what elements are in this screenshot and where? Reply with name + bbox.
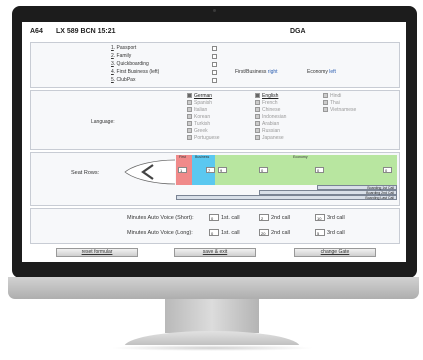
lang-thai[interactable]: Thai — [323, 100, 340, 106]
lang-checkbox[interactable] — [323, 93, 328, 99]
voice-short-label: Minutes Auto Voice (Short): — [127, 215, 194, 221]
lang-checkbox[interactable] — [187, 121, 192, 127]
clubpax-checkbox[interactable] — [212, 78, 217, 83]
option-clubpax: 5. ClubPax — [111, 77, 136, 83]
economy-class-zone — [215, 155, 397, 185]
lang-checkbox[interactable] — [187, 135, 192, 141]
language-panel: Language: German Spanish Italian Korean … — [30, 90, 400, 150]
lang-checkbox[interactable] — [187, 93, 192, 99]
options-panel: 1. Passport 2. Family 3. Quickboarding 4… — [30, 42, 400, 88]
first-business-side-link[interactable]: right — [268, 69, 278, 75]
economy-side: Economy left — [307, 69, 336, 75]
save-exit-button[interactable]: save & exit — [174, 248, 256, 257]
economy-row-input-4[interactable]: 0 — [383, 167, 392, 173]
economy-row-input-3[interactable]: 0 — [315, 167, 324, 173]
lang-english[interactable]: English — [255, 93, 278, 99]
lang-checkbox[interactable] — [187, 114, 192, 120]
lang-checkbox[interactable] — [187, 100, 192, 106]
monitor-chin — [8, 277, 419, 299]
quickboarding-checkbox[interactable] — [212, 62, 217, 67]
lang-arabian[interactable]: Arabian — [255, 121, 279, 127]
short-third-call-label: 3rd call — [327, 215, 345, 221]
gate-code: A64 — [30, 28, 43, 35]
plane-nose-icon — [124, 159, 176, 185]
lang-korean[interactable]: Korean — [187, 114, 210, 120]
lang-indonesian[interactable]: Indonesian — [255, 114, 286, 120]
lang-hindi[interactable]: Hindi — [323, 93, 341, 99]
family-checkbox[interactable] — [212, 54, 217, 59]
lang-checkbox[interactable] — [255, 107, 260, 113]
passport-checkbox[interactable] — [212, 46, 217, 51]
station-code: DGA — [290, 28, 306, 35]
short-second-call-input[interactable]: 2 — [259, 214, 269, 221]
voice-long-label: Minutes Auto Voice (Long): — [127, 230, 193, 236]
lang-checkbox[interactable] — [323, 107, 328, 113]
lang-checkbox[interactable] — [255, 114, 260, 120]
long-second-call-input[interactable]: 20 — [259, 229, 269, 236]
long-first-call-label: 1st. call — [221, 230, 240, 236]
short-first-call-input[interactable]: 0 — [209, 214, 219, 221]
lang-russian[interactable]: Russian — [255, 128, 280, 134]
first-business-checkbox[interactable] — [212, 70, 217, 75]
lang-japanese[interactable]: Japanese — [255, 135, 284, 141]
economy-zone-label: Economy — [293, 155, 308, 159]
app-screen: A64 LX 589 BCN 15:21 DGA 1. Passport 2. … — [22, 22, 406, 262]
lang-checkbox[interactable] — [323, 100, 328, 106]
seat-rows-label: Seat Rows: — [71, 170, 100, 176]
first-business-side: First/Business right — [235, 69, 278, 75]
lang-checkbox[interactable] — [255, 100, 260, 106]
lang-checkbox[interactable] — [187, 107, 192, 113]
first-row-input[interactable]: 1 — [178, 167, 187, 173]
lang-checkbox[interactable] — [255, 135, 260, 141]
voice-panel: Minutes Auto Voice (Short): 0 1st. call … — [30, 208, 400, 244]
camera-dot — [213, 9, 216, 12]
long-second-call-label: 2nd call — [271, 230, 290, 236]
lang-checkbox[interactable] — [255, 93, 260, 99]
lang-checkbox[interactable] — [187, 128, 192, 134]
header-bar: A64 LX 589 BCN 15:21 DGA — [22, 26, 406, 38]
long-third-call-input[interactable]: 5 — [315, 229, 325, 236]
lang-spanish[interactable]: Spanish — [187, 100, 212, 106]
lang-checkbox[interactable] — [255, 121, 260, 127]
economy-side-link[interactable]: left — [329, 69, 336, 75]
business-zone-label: Business — [195, 155, 210, 159]
economy-row-input-1[interactable]: 9 — [218, 167, 227, 173]
flight-info: LX 589 BCN 15:21 — [56, 28, 116, 35]
lang-french[interactable]: French — [255, 100, 278, 106]
seat-rows-panel: Seat Rows: First Business Economy 1 7 9 … — [30, 152, 400, 206]
option-quickboarding: 3. Quickboarding — [111, 61, 149, 67]
lang-vietnamese[interactable]: Vietnamese — [323, 107, 356, 113]
option-passport: 1. Passport — [111, 45, 137, 51]
lang-greek[interactable]: Greek — [187, 128, 208, 134]
lang-turkish[interactable]: Turkish — [187, 121, 210, 127]
option-first-business: 4. First Business (left) — [111, 69, 160, 75]
language-label: Language: — [91, 119, 115, 125]
long-first-call-input[interactable]: 0 — [209, 229, 219, 236]
option-family: 2. Family — [111, 53, 132, 59]
business-row-input[interactable]: 7 — [206, 167, 215, 173]
button-row: reset formular save & exit change Gate — [30, 248, 398, 258]
short-first-call-label: 1st. call — [221, 215, 240, 221]
first-zone-label: First — [179, 155, 186, 159]
lang-italian[interactable]: Italian — [187, 107, 207, 113]
short-third-call-input[interactable]: 10 — [315, 214, 325, 221]
reset-form-button[interactable]: reset formular — [56, 248, 138, 257]
monitor-stand-neck — [165, 299, 259, 333]
stand-shadow — [110, 345, 314, 351]
lang-chinese[interactable]: Chinese — [255, 107, 280, 113]
boarding-last-call-bar: Boarding Last Call — [176, 195, 397, 200]
short-second-call-label: 2nd call — [271, 215, 290, 221]
lang-german[interactable]: German — [187, 93, 212, 99]
lang-portuguese[interactable]: Portuguese — [187, 135, 220, 141]
economy-row-input-2[interactable]: 0 — [259, 167, 268, 173]
long-third-call-label: 3rd call — [327, 230, 345, 236]
change-gate-button[interactable]: change Gate — [294, 248, 376, 257]
lang-checkbox[interactable] — [255, 128, 260, 134]
